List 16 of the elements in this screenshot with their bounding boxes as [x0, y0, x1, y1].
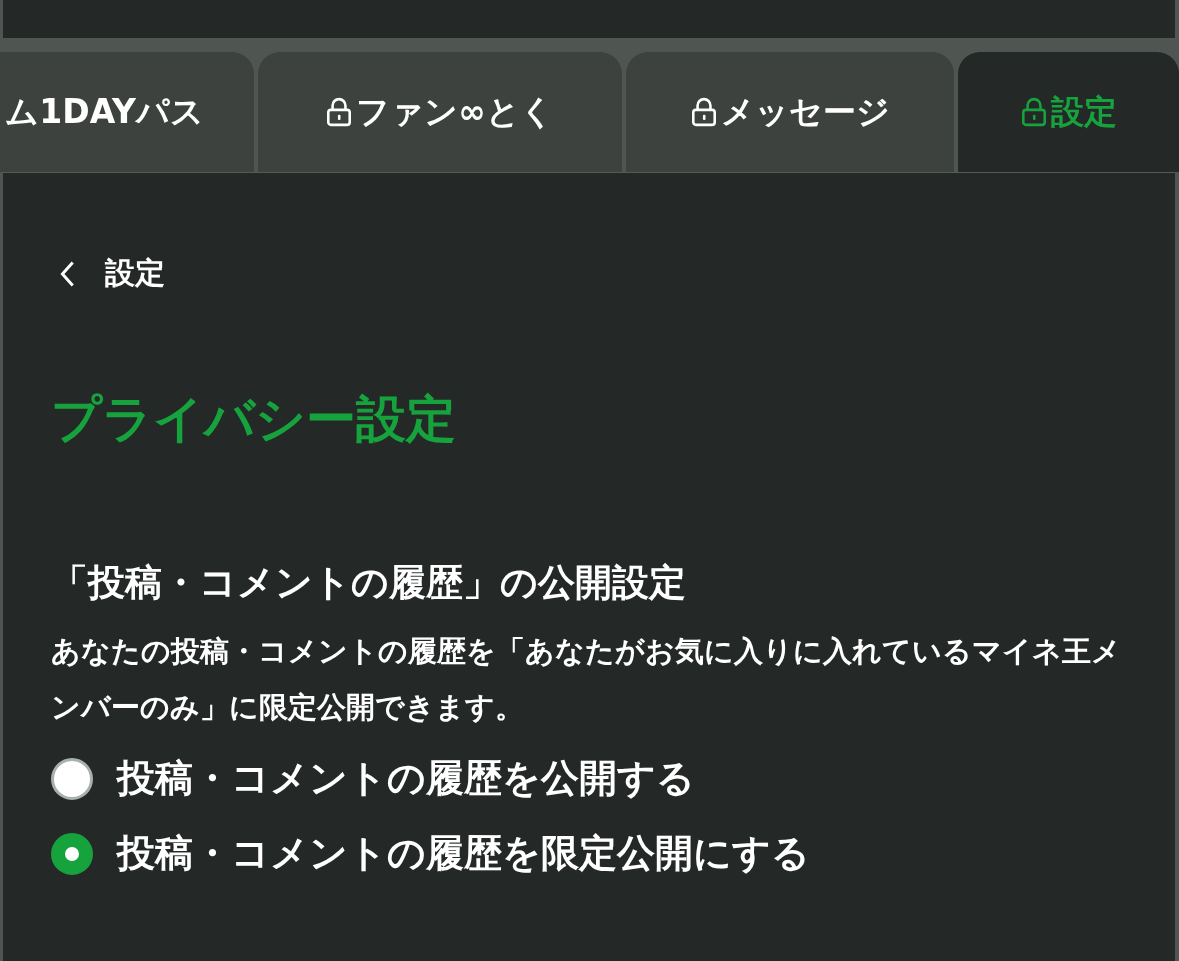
page-title: プライバシー設定	[51, 394, 457, 444]
radio-label[interactable]: 投稿・コメントの履歴を公開する	[117, 753, 695, 804]
section-heading: 「投稿・コメントの履歴」の公開設定	[51, 564, 687, 601]
tab[interactable]: ファン∞とく	[258, 52, 622, 172]
radio-button[interactable]	[51, 757, 93, 800]
tab[interactable]: メッセージ	[626, 52, 954, 172]
lock-icon	[690, 97, 717, 127]
back-link[interactable]: 設定	[51, 253, 165, 294]
tab[interactable]: 設定	[958, 52, 1179, 172]
lock-icon	[326, 97, 353, 127]
radio-button[interactable]	[51, 832, 93, 875]
radio-label[interactable]: 投稿・コメントの履歴を限定公開にする	[117, 828, 810, 879]
chevron-left-icon	[59, 259, 75, 288]
tab[interactable]: ム1DAYパス	[0, 52, 254, 172]
lock-icon	[1020, 97, 1047, 127]
section-description: あなたの投稿・コメントの履歴を「あなたがお気に入りに入れているマイネ王メンバーのみ」に限定公開できます。	[51, 633, 1122, 726]
